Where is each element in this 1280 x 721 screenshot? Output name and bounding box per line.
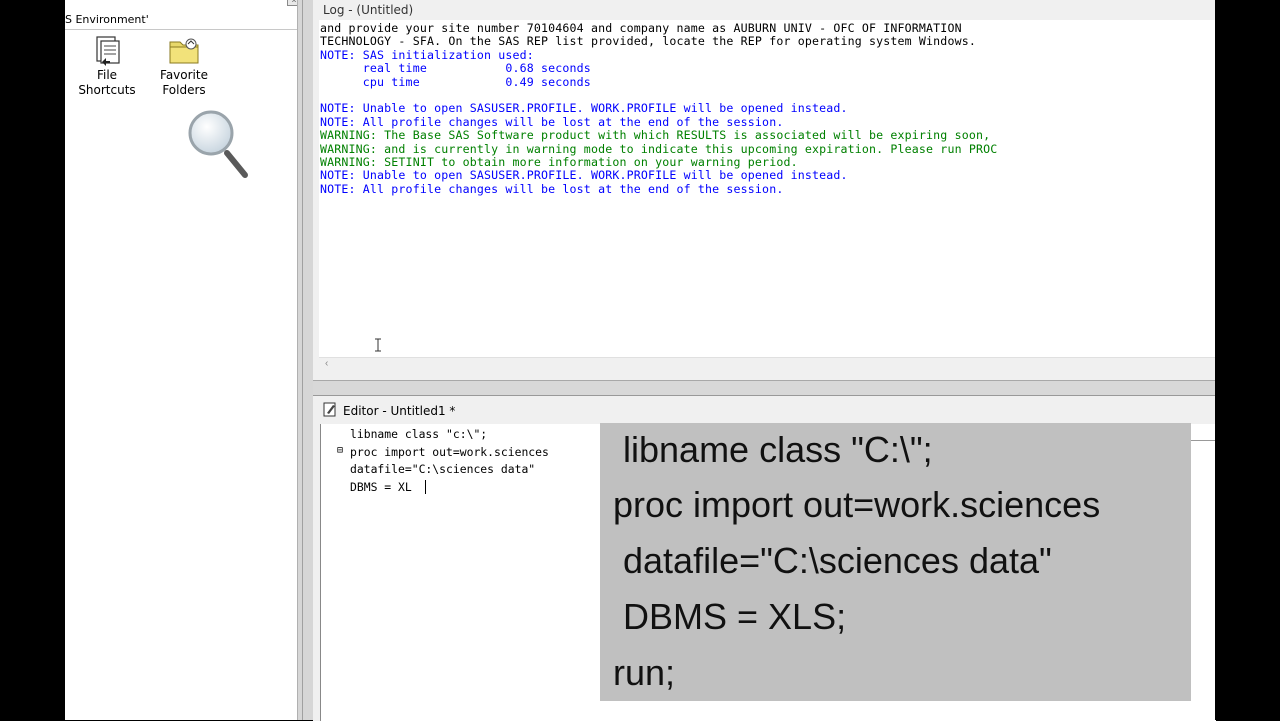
log-line: WARNING: The Base SAS Software product w… <box>320 128 991 143</box>
log-title: Log - (Untitled) <box>323 3 414 17</box>
favorite-folders-item[interactable]: Favorite Folders <box>145 34 223 98</box>
pane-splitter[interactable] <box>297 0 313 720</box>
caption-line: proc import out=work.sciences <box>613 484 1101 525</box>
log-line: WARNING: and is currently in warning mod… <box>320 141 998 156</box>
file-shortcuts-label: File Shortcuts <box>78 68 136 97</box>
explorer-title: S Environment' <box>65 13 149 26</box>
caption-overlay: libname class "C:\"; proc import out=wor… <box>600 423 1191 701</box>
code-line: DBMS = XL <box>350 480 412 494</box>
log-line: NOTE: Unable to open SASUSER.PROFILE. WO… <box>320 101 848 116</box>
log-line: cpu time 0.49 seconds <box>320 74 591 89</box>
code-line: libname class "c:\"; <box>350 427 488 441</box>
file-shortcuts-item[interactable]: File Shortcuts <box>67 34 147 98</box>
code-line: proc import out=work.sciences <box>350 445 549 459</box>
file-shortcuts-icon <box>96 36 120 66</box>
log-body: and provide your site number 70104604 an… <box>319 20 1215 357</box>
editor-icon <box>323 402 336 417</box>
code-line: datafile="C:\sciences data" <box>350 462 536 476</box>
text-caret <box>425 480 426 494</box>
editor-title: Editor - Untitled1 * <box>343 404 456 418</box>
log-line: NOTE: Unable to open SASUSER.PROFILE. WO… <box>320 168 848 183</box>
text-cursor-icon <box>375 338 381 352</box>
splitter-line <box>302 0 303 720</box>
magnifier-icon <box>188 110 248 178</box>
scroll-left-icon[interactable]: ‹ <box>325 358 328 369</box>
explorer-pane: S Environment' x File Shortcuts Favorite… <box>65 0 301 720</box>
log-line: NOTE: All profile changes will be lost a… <box>320 181 784 196</box>
editor-ruler <box>1191 440 1215 441</box>
favorite-folders-label-2: Folders <box>162 83 206 97</box>
log-line: TECHNOLOGY - SFA. On the SAS REP list pr… <box>320 34 976 49</box>
log-line: NOTE: All profile changes will be lost a… <box>320 114 784 129</box>
caption-line: DBMS = XLS; <box>613 596 847 637</box>
log-line: NOTE: SAS initialization used: <box>320 47 534 62</box>
log-horizontal-scrollbar[interactable]: ‹ <box>319 357 1215 373</box>
explorer-divider <box>65 29 297 30</box>
favorite-folders-label-1: Favorite <box>160 68 208 82</box>
fold-marker-icon[interactable]: ⊟ <box>337 444 343 458</box>
letterbox-right <box>1215 0 1280 720</box>
log-line: WARNING: SETINIT to obtain more informat… <box>320 155 798 169</box>
window-divider[interactable] <box>313 380 1215 396</box>
favorite-folders-icon <box>169 38 199 64</box>
caption-line: datafile="C:\sciences data" <box>613 540 1052 581</box>
log-line: real time 0.68 seconds <box>320 61 591 76</box>
caption-line: libname class "C:\"; <box>613 429 933 470</box>
log-window: Log - (Untitled) and provide your site n… <box>313 0 1215 380</box>
caption-line: run; <box>613 652 676 693</box>
log-line: and provide your site number 70104604 an… <box>320 21 962 35</box>
